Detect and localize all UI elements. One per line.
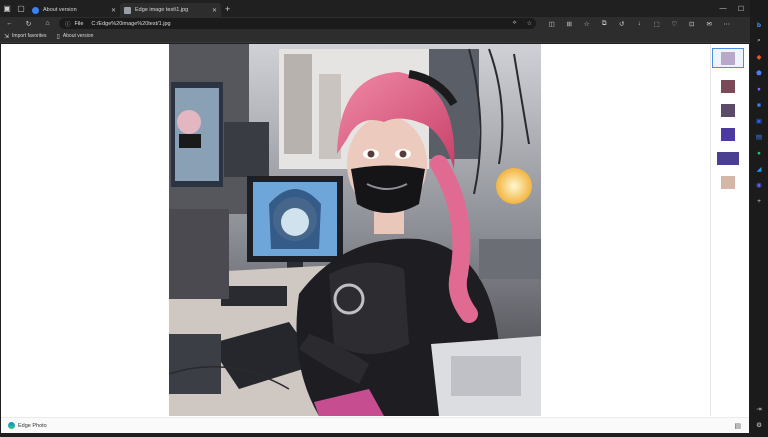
thumbnail-2[interactable] xyxy=(712,76,744,96)
file-favicon-icon xyxy=(124,6,131,14)
spotify-icon[interactable]: ● xyxy=(754,148,764,158)
status-bar: Edge Photo ▤ xyxy=(1,417,749,433)
thumbnail-6[interactable] xyxy=(712,172,744,192)
back-button[interactable]: ← xyxy=(0,17,19,30)
apps-icon[interactable]: ⬚ xyxy=(648,17,666,30)
profile-icon[interactable]: ▣ xyxy=(0,0,14,17)
address-scheme: File xyxy=(74,20,84,27)
extensions-icon[interactable]: ⊞ xyxy=(561,17,579,30)
favorite-star-icon[interactable]: ☆ xyxy=(527,20,532,27)
address-bar-actions: ⟡ ☆ xyxy=(513,20,532,27)
outlook-icon[interactable]: ▣ xyxy=(754,116,764,126)
import-icon: ⇲ xyxy=(4,33,10,40)
split-screen-icon[interactable]: ◫ xyxy=(543,17,561,30)
browser-window: ▣ ▢ About version ✕ Edge image test\1.jp… xyxy=(0,0,768,437)
edge-favicon-icon xyxy=(32,6,39,14)
thumbnail-4[interactable] xyxy=(712,124,744,144)
tab-image[interactable]: Edge image test\1.jpg ✕ xyxy=(120,3,221,17)
thumbnail-divider xyxy=(710,44,711,416)
address-bar[interactable]: ⓘ File C:/Edge%20image%20test/1.jpg ⟡ ☆ xyxy=(59,18,536,29)
shopping-icon[interactable]: ◆ xyxy=(754,52,764,62)
favorites-icon[interactable]: ☆ xyxy=(578,17,596,30)
image-viewer: Edge Photo ▤ xyxy=(1,44,749,433)
feedback-icon[interactable]: ✉ xyxy=(701,17,719,30)
address-url: C:/Edge%20image%20test/1.jpg xyxy=(91,20,171,27)
hide-sidebar-icon[interactable]: ⇥ xyxy=(754,404,764,414)
settings-menu-icon[interactable]: ⋯ xyxy=(718,17,736,30)
search-icon[interactable]: ⌕ xyxy=(754,36,764,46)
navigation-bar: ← ↻ ⌂ ⓘ File C:/Edge%20image%20test/1.jp… xyxy=(0,17,750,30)
favorite-import[interactable]: ⇲ Import favorites xyxy=(4,33,47,40)
history-icon[interactable]: ↺ xyxy=(613,17,631,30)
downloads-icon[interactable]: ↓ xyxy=(631,17,649,30)
favorites-bar: ⇲ Import favorites ▯ About version xyxy=(0,30,750,43)
edge-sidebar: b ⌕ ◆ ⬟ ● ■ ▣ ▤ ● ◢ ◉ + ⇥ ⚙ xyxy=(750,0,768,437)
office-icon[interactable]: ■ xyxy=(754,100,764,110)
tab-strip: ▣ ▢ About version ✕ Edge image test\1.jp… xyxy=(0,0,768,17)
new-tab-button[interactable]: + xyxy=(225,4,230,14)
panel-toggle-icon[interactable]: ▤ xyxy=(734,422,741,430)
close-tab-icon[interactable]: ✕ xyxy=(212,7,217,14)
maximize-button[interactable]: ☐ xyxy=(732,0,750,17)
word-icon[interactable]: ▤ xyxy=(754,132,764,142)
home-button[interactable]: ⌂ xyxy=(38,17,57,30)
main-photo[interactable] xyxy=(169,44,541,416)
games-icon[interactable]: ● xyxy=(754,84,764,94)
tab-title: About version xyxy=(43,7,77,13)
favorite-label: Import favorites xyxy=(12,33,47,39)
edge-photo-icon xyxy=(8,422,15,429)
thumbnail-3[interactable] xyxy=(712,100,744,120)
favorite-label: About version xyxy=(62,33,94,39)
status-label: Edge Photo xyxy=(18,422,47,429)
close-tab-icon[interactable]: ✕ xyxy=(111,7,116,14)
toolbar: ◫ ⊞ ☆ ⧉ ↺ ↓ ⬚ ♡ ⊡ ✉ ⋯ xyxy=(543,17,736,30)
screenshot-icon[interactable]: ⊡ xyxy=(683,17,701,30)
tab-title: Edge image test\1.jpg xyxy=(135,7,189,13)
info-icon[interactable]: ⓘ xyxy=(65,20,71,28)
read-aloud-icon[interactable]: ⟡ xyxy=(513,20,517,27)
collections-icon[interactable]: ⧉ xyxy=(596,17,614,30)
favorite-about-version[interactable]: ▯ About version xyxy=(57,33,94,40)
thumbnail-1[interactable] xyxy=(712,48,744,68)
tools-icon[interactable]: ⬟ xyxy=(754,68,764,78)
tab-about-version[interactable]: About version ✕ xyxy=(28,3,120,17)
browser-essentials-icon[interactable]: ♡ xyxy=(666,17,684,30)
minimize-button[interactable]: — xyxy=(714,0,732,17)
twitter-icon[interactable]: ◢ xyxy=(754,164,764,174)
refresh-button[interactable]: ↻ xyxy=(19,17,38,30)
page-icon: ▯ xyxy=(56,33,60,40)
workspaces-icon[interactable]: ▢ xyxy=(14,0,28,17)
sidebar-settings-icon[interactable]: ⚙ xyxy=(754,420,764,430)
thumbnail-5[interactable] xyxy=(712,148,744,168)
add-sidebar-app-icon[interactable]: + xyxy=(754,196,764,206)
discord-icon[interactable]: ◉ xyxy=(754,180,764,190)
copilot-icon[interactable]: b xyxy=(754,20,764,30)
